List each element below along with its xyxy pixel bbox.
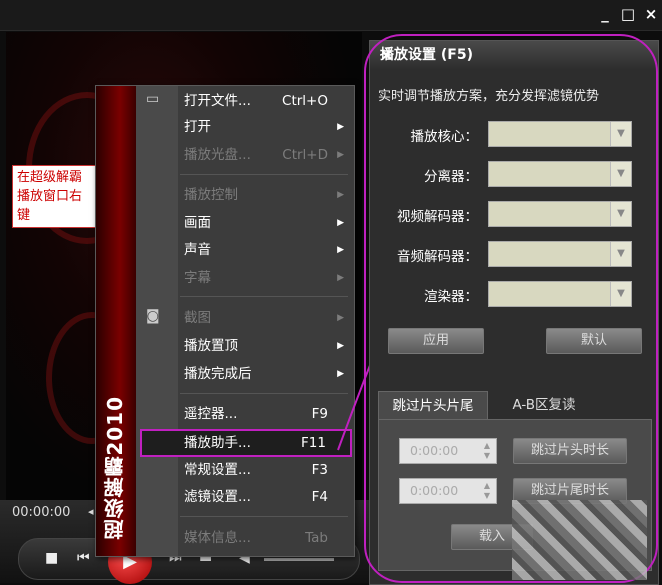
menu-item-media-info: 媒体信息... Tab — [184, 530, 328, 546]
menu-item-open-file[interactable]: 打开文件... Ctrl+O — [178, 88, 352, 114]
brand-strip: 超级解霸2010 — [96, 86, 136, 556]
volume-slider[interactable] — [264, 558, 334, 561]
folder-icon: ▭ — [146, 91, 160, 107]
chevron-right-icon: ▶ — [337, 190, 344, 200]
menu-item-picture[interactable]: 画面 ▶ — [178, 210, 352, 236]
minimize-button[interactable]: _ — [595, 5, 615, 23]
menu-separator — [180, 296, 348, 297]
menu-item-subtitle: 字幕 ▶ — [178, 265, 352, 291]
menu-separator — [180, 393, 348, 394]
menu-item-general-settings[interactable]: 常规设置... F3 — [178, 457, 352, 483]
menu-separator — [180, 174, 348, 175]
annotation-note: 在超级解霸播放窗口右键 — [12, 165, 96, 228]
camera-icon: ◙ — [146, 308, 160, 324]
chevron-right-icon: ▶ — [337, 245, 344, 255]
chevron-right-icon: ▶ — [337, 218, 344, 228]
menu-item-sound[interactable]: 声音 ▶ — [178, 237, 352, 263]
menu-item-screenshot: 截图 ▶ — [178, 305, 352, 331]
title-bar: _ □ × — [0, 0, 662, 31]
menu-item-open[interactable]: 打开 ▶ — [178, 114, 352, 140]
stop-icon[interactable]: ■ — [45, 550, 58, 566]
chevron-right-icon: ▶ — [337, 122, 344, 132]
seek-back-icon[interactable]: ◂ — [88, 505, 94, 518]
chevron-right-icon: ▶ — [337, 273, 344, 283]
menu-item-play-disc: 播放光盘... Ctrl+D ▶ — [178, 142, 352, 168]
menu-item-filter-settings[interactable]: 滤镜设置... F4 — [178, 484, 352, 510]
maximize-button[interactable]: □ — [618, 5, 638, 23]
time-display: 00:00:00 — [12, 505, 71, 520]
menu-separator — [180, 516, 348, 517]
menu-item-play-control: 播放控制 ▶ — [178, 182, 352, 208]
close-button[interactable]: × — [641, 5, 661, 23]
previous-icon[interactable]: ⏮ — [77, 550, 90, 566]
menu-item-play-assistant[interactable]: 播放助手... F11 — [140, 429, 352, 457]
chevron-right-icon: ▶ — [337, 150, 344, 160]
menu-item-after-playback[interactable]: 播放完成后 ▶ — [178, 361, 352, 387]
menu-item-remote[interactable]: 遥控器... F9 — [178, 401, 352, 427]
menu-item-always-on-top[interactable]: 播放置顶 ▶ — [178, 333, 352, 359]
pixelated-watermark — [512, 500, 647, 580]
brand-strip-text: 超级解霸2010 — [103, 396, 127, 540]
chevron-right-icon: ▶ — [337, 313, 344, 323]
context-menu: 超级解霸2010 ▭ ◙ 打开文件... Ctrl+O 打开 ▶ 播放光盘...… — [95, 85, 355, 557]
